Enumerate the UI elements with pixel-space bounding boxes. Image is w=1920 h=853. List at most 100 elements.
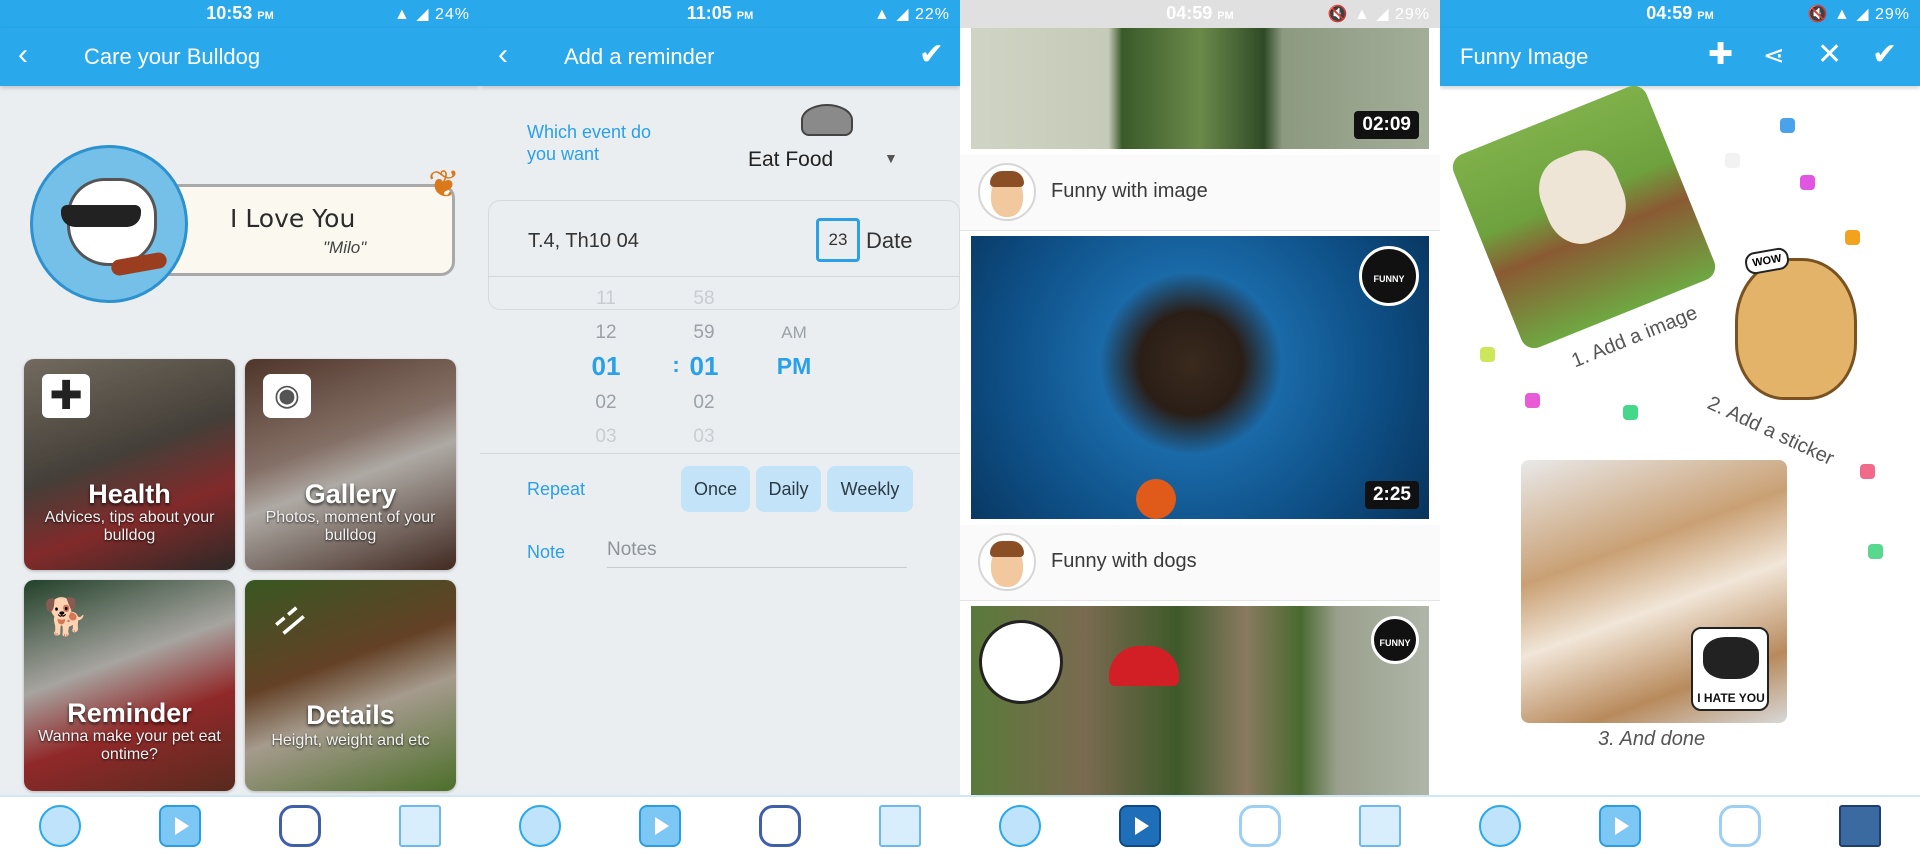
minute-option[interactable]: 03 [684,426,724,448]
date-time-card [488,200,960,310]
minute-selected[interactable]: 01 [678,351,730,382]
nav-bulldog-icon[interactable] [279,805,321,847]
app-bar: ‹ Add a reminder ✔ [480,28,960,86]
back-arrow-icon[interactable]: ‹ [498,40,508,70]
confetti-dot [1860,464,1875,479]
troll-face-sticker [979,620,1063,704]
share-icon[interactable]: ⋖ [1763,40,1785,70]
step-3-label: 3. And done [1598,728,1706,750]
nav-home-icon[interactable] [39,805,81,847]
tile-description: Advices, tips about your bulldog [44,509,215,544]
status-time: 10:53 [206,3,253,23]
nav-video-icon-active[interactable] [1119,805,1161,847]
health-tile[interactable]: ✚ Health Advices, tips about your bulldo… [24,359,235,570]
repeat-label: Repeat [527,479,586,499]
nav-image-icon-active[interactable] [1839,805,1881,847]
red-cap-shape [1109,646,1179,686]
feed-title: Funny with dogs [1051,550,1197,572]
hour-option[interactable]: 11 [586,288,626,310]
ball-shape [1136,479,1176,519]
event-label: Which event do you want [527,122,652,164]
confetti-dot [1525,393,1540,408]
confetti-dot [1480,347,1495,362]
date-button-label[interactable]: Date [866,228,912,254]
video-thumbnail[interactable]: 02:09 [971,28,1429,149]
care-bulldog-screen: 10:53 PM ▲ ◢ 24% ‹ Care your Bulldog I L… [0,0,480,853]
dog-avatar[interactable] [30,145,188,303]
hour-option[interactable]: 12 [586,322,626,344]
nav-video-icon[interactable] [1599,805,1641,847]
add-icon[interactable]: ✚ [1708,40,1733,70]
pm-selected[interactable]: PM [762,353,826,380]
video-duration: 2:25 [1364,481,1419,509]
dropdown-caret-icon[interactable]: ▼ [884,150,898,166]
page-title: Care your Bulldog [84,44,261,69]
nav-home-icon[interactable] [1479,805,1521,847]
minute-option[interactable]: 58 [684,288,724,310]
confirm-check-icon[interactable]: ✔ [919,40,944,70]
status-time: 04:59 [1646,3,1693,23]
nav-home-icon[interactable] [519,805,561,847]
status-ampm: PM [736,10,754,22]
nav-image-icon[interactable] [399,805,441,847]
back-arrow-icon[interactable]: ‹ [18,40,28,70]
tile-description: Wanna make your pet eat ontime? [38,728,221,763]
date-value[interactable]: T.4, Th10 04 [528,230,639,253]
video-thumbnail[interactable]: FUNNY [971,606,1429,795]
hour-option[interactable]: 03 [586,426,626,448]
nav-video-icon[interactable] [159,805,201,847]
confirm-check-icon[interactable]: ✔ [1872,40,1897,70]
status-bar: 10:53 PM ▲ ◢ 24% [0,0,480,28]
nav-image-icon[interactable] [879,805,921,847]
nav-image-icon[interactable] [1359,805,1401,847]
page-title: Add a reminder [564,44,715,69]
user-avatar [978,533,1036,591]
gallery-tile[interactable]: ◉ Gallery Photos, moment of your bulldog [245,359,456,570]
event-select[interactable]: Eat Food [748,148,833,172]
video-thumbnail[interactable]: FUNNY 2:25 [971,236,1429,519]
reminder-tile[interactable]: 🐕 Reminder Wanna make your pet eat ontim… [24,580,235,791]
tile-description: Photos, moment of your bulldog [265,509,436,544]
status-bar: 11:05 PM ▲ ◢ 22% [480,0,960,28]
repeat-daily-button[interactable]: Daily [756,466,821,512]
nav-home-icon[interactable] [999,805,1041,847]
nav-bulldog-icon[interactable] [1239,805,1281,847]
tile-title: Details [306,700,395,730]
repeat-once-button[interactable]: Once [681,466,750,512]
dog-bowl-icon: 🐕 [43,596,89,637]
close-icon[interactable]: ✕ [1817,40,1842,70]
status-icons: 🔇 ▲ ◢ 29% [1807,6,1910,23]
video-duration: 02:09 [1354,111,1419,139]
funny-videos-screen: 04:59 PM 🔇 ▲ ◢ 29% 02:09 Funny with imag… [960,0,1440,853]
doge-sticker [1735,258,1857,400]
repeat-weekly-button[interactable]: Weekly [827,466,913,512]
details-tile[interactable]: ⚍ Details Height, weight and etc [245,580,456,791]
divider [488,276,960,277]
app-bar: Funny Image ✚ ⋖ ✕ ✔ [1440,28,1920,86]
bottom-navigation [960,795,1440,853]
nav-bulldog-icon[interactable] [1719,805,1761,847]
sunglasses-icon [61,205,141,227]
status-ampm: PM [257,10,274,22]
grumpy-cat-sticker: I HATE YOU [1691,627,1769,711]
confetti-dot [1725,153,1740,168]
minute-option[interactable]: 02 [684,392,724,414]
app-bar: ‹ Care your Bulldog [0,28,480,86]
nav-video-icon[interactable] [639,805,681,847]
confetti-dot [1780,118,1795,133]
hour-selected[interactable]: 01 [580,351,632,382]
nav-bulldog-icon[interactable] [759,805,801,847]
confetti-dot [1868,544,1883,559]
calendar-icon[interactable]: 23 [816,218,860,262]
feed-header[interactable]: Funny with dogs [960,525,1440,601]
status-bar: 04:59 PM 🔇 ▲ ◢ 29% [1440,0,1920,28]
notes-input[interactable] [607,532,907,568]
status-icons: ▲ ◢ 22% [873,6,950,23]
status-icons: ▲ ◢ 24% [393,6,470,23]
hour-option[interactable]: 02 [586,392,626,414]
profile-message: I Love You [230,204,356,233]
am-option[interactable]: AM [764,323,824,343]
feed-header[interactable]: Funny with image [960,155,1440,231]
minute-option[interactable]: 59 [684,322,724,344]
feed-title: Funny with image [1051,180,1208,202]
